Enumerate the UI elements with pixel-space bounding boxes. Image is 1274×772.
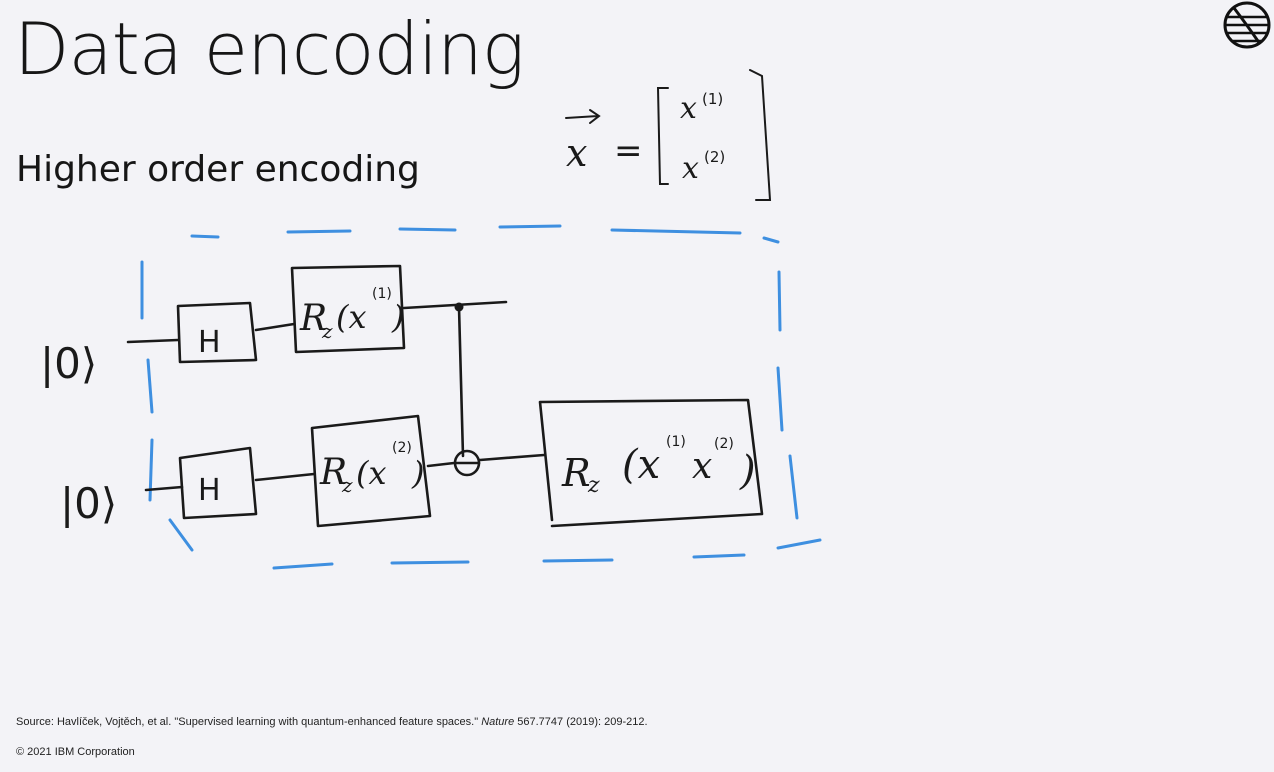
qubit-1-state: |0⟩ (40, 339, 97, 388)
vector-arrow-icon (565, 109, 601, 124)
rz-entangling-close: ) (739, 448, 756, 494)
rz-gate-1-sup: (1) (372, 286, 392, 302)
vector-entry-1-sup: (1) (702, 90, 723, 108)
source-prefix: Source: Havlíček, Vojtěch, et al. "Super… (16, 716, 482, 728)
rz-entangling-r: R (561, 451, 591, 495)
hadamard-gate-2-label: H (198, 473, 221, 508)
circuit-diagram: x = x (1) x (2) |0⟩ H R z (x (1)) |0⟩ H… (40, 69, 822, 570)
rz-entangling-sub: z (587, 473, 600, 498)
rz-entangling-sup1: (1) (666, 434, 686, 450)
right-bracket (749, 69, 772, 201)
vector-symbol: x (566, 131, 587, 175)
vector-definition: x = x (1) x (2) (565, 69, 772, 201)
cnot-gate (453, 302, 546, 477)
rz-entangling-gate: R z (x (1) x (2) ) (538, 398, 764, 528)
equals-sign: = (614, 131, 643, 171)
source-citation: Source: Havlíček, Vojtěch, et al. "Super… (16, 716, 648, 728)
copyright: © 2021 IBM Corporation (16, 746, 135, 758)
rz-entangling-open: (x (622, 442, 660, 488)
vector-entry-2-sup: (2) (704, 148, 725, 166)
rz-gate-1-sub: z (321, 319, 333, 343)
rz-entangling-sup2: (2) (714, 436, 734, 452)
vector-entry-1: x (680, 91, 697, 126)
rz-gate-2-close: ) (411, 454, 424, 492)
rz-gate-2-sub: z (341, 473, 353, 497)
source-journal: Nature (481, 716, 515, 728)
qubit-2-wire: |0⟩ H R z (x (2) ) (60, 414, 456, 528)
rz-gate-1-arg: (x (336, 298, 367, 336)
rz-gate-2-arg: (x (356, 454, 387, 492)
hadamard-gate-1-label: H (198, 325, 221, 360)
rz-gate-2-sup: (2) (392, 440, 412, 456)
vector-entry-2: x (682, 151, 699, 186)
source-suffix: 567.7747 (2019): 209-212. (514, 716, 648, 728)
rz-gate-1-close: ) (391, 298, 404, 336)
qubit-2-state: |0⟩ (60, 479, 117, 528)
left-bracket (656, 87, 669, 185)
rz-entangling-x2: x (692, 446, 712, 487)
qubit-1-wire: |0⟩ H R z (x (1) ) (40, 264, 508, 388)
